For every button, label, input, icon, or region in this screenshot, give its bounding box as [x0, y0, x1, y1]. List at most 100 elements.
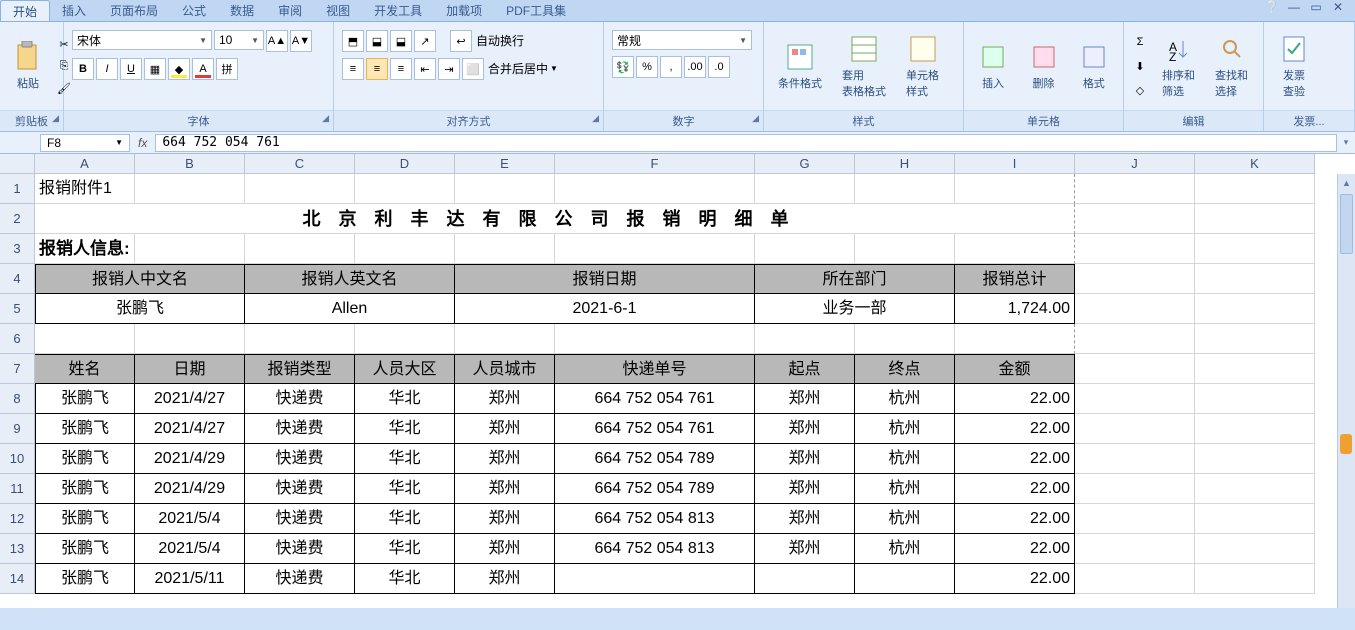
row-header-5[interactable]: 5: [0, 294, 35, 324]
cell[interactable]: 郑州: [755, 414, 855, 444]
cell[interactable]: 2021/4/27: [135, 414, 245, 444]
cell[interactable]: [1075, 414, 1195, 444]
align-center-icon[interactable]: ≡: [366, 58, 388, 80]
cell[interactable]: [1195, 384, 1315, 414]
currency-icon[interactable]: 💱: [612, 56, 634, 78]
sort-filter-button[interactable]: AZ排序和 筛选: [1154, 29, 1203, 103]
increase-font-icon[interactable]: A▲: [266, 30, 288, 52]
row-header-3[interactable]: 3: [0, 234, 35, 264]
fill-color-button[interactable]: ◆: [168, 58, 190, 80]
row-header-4[interactable]: 4: [0, 264, 35, 294]
cell[interactable]: [1075, 504, 1195, 534]
cell[interactable]: 张鹏飞: [35, 564, 135, 594]
cell[interactable]: [455, 324, 555, 354]
cell[interactable]: 张鹏飞: [35, 414, 135, 444]
cell[interactable]: 起点: [755, 354, 855, 384]
paste-button[interactable]: 粘贴: [6, 37, 50, 95]
cell[interactable]: 郑州: [455, 384, 555, 414]
cell[interactable]: 华北: [355, 444, 455, 474]
cell[interactable]: [1075, 564, 1195, 594]
cell[interactable]: 2021/5/4: [135, 534, 245, 564]
comma-icon[interactable]: ,: [660, 56, 682, 78]
cell[interactable]: [355, 234, 455, 264]
cell[interactable]: [755, 234, 855, 264]
cell[interactable]: 杭州: [855, 474, 955, 504]
cell[interactable]: 郑州: [755, 384, 855, 414]
number-format-combo[interactable]: 常规▼: [612, 30, 752, 50]
cell[interactable]: [1075, 474, 1195, 504]
row-header-9[interactable]: 9: [0, 414, 35, 444]
cell[interactable]: 快递费: [245, 534, 355, 564]
formula-input[interactable]: 664 752 054 761: [155, 134, 1337, 152]
tab-开始[interactable]: 开始: [0, 0, 50, 21]
font-color-button[interactable]: A: [192, 58, 214, 80]
align-left-icon[interactable]: ≡: [342, 58, 364, 80]
close-icon[interactable]: ✕: [1329, 0, 1347, 21]
cell[interactable]: [1195, 234, 1315, 264]
worksheet[interactable]: 1234567891011121314 ABCDEFGHIJK 报销附件1北京利…: [0, 154, 1355, 608]
cell[interactable]: [355, 174, 455, 204]
cell[interactable]: [455, 174, 555, 204]
decrease-decimal-icon[interactable]: .0: [708, 56, 730, 78]
italic-button[interactable]: I: [96, 58, 118, 80]
header-cell[interactable]: 报销人英文名: [245, 264, 455, 294]
cell[interactable]: 2021-6-1: [455, 294, 755, 324]
align-right-icon[interactable]: ≡: [390, 58, 412, 80]
tab-数据[interactable]: 数据: [218, 0, 266, 21]
tab-视图[interactable]: 视图: [314, 0, 362, 21]
cell[interactable]: 郑州: [455, 504, 555, 534]
cell[interactable]: [1075, 204, 1195, 234]
cell[interactable]: [1075, 384, 1195, 414]
tab-加载项[interactable]: 加载项: [434, 0, 494, 21]
cell[interactable]: [1195, 504, 1315, 534]
cell[interactable]: [555, 564, 755, 594]
cell[interactable]: 张鹏飞: [35, 384, 135, 414]
slider-knob[interactable]: [1340, 434, 1352, 454]
cell[interactable]: 郑州: [455, 444, 555, 474]
cell[interactable]: 张鹏飞: [35, 444, 135, 474]
cell[interactable]: [1075, 534, 1195, 564]
cell[interactable]: 报销类型: [245, 354, 355, 384]
cell[interactable]: [1195, 474, 1315, 504]
cell[interactable]: 华北: [355, 384, 455, 414]
cell[interactable]: 杭州: [855, 534, 955, 564]
col-header-K[interactable]: K: [1195, 154, 1315, 174]
cell[interactable]: 报销人信息:: [35, 234, 135, 264]
border-button[interactable]: ▦: [144, 58, 166, 80]
align-middle-icon[interactable]: ⬓: [366, 30, 388, 52]
cell[interactable]: 杭州: [855, 444, 955, 474]
cell[interactable]: 报销附件1: [35, 174, 135, 204]
cell[interactable]: [1075, 444, 1195, 474]
cell[interactable]: 金额: [955, 354, 1075, 384]
cell[interactable]: 张鹏飞: [35, 534, 135, 564]
autosum-icon[interactable]: Σ: [1130, 32, 1150, 52]
fx-icon[interactable]: fx: [130, 136, 155, 150]
cell[interactable]: 郑州: [455, 414, 555, 444]
clear-icon[interactable]: ◇: [1130, 80, 1150, 100]
cell[interactable]: 华北: [355, 414, 455, 444]
cell[interactable]: 郑州: [755, 504, 855, 534]
invoice-check-button[interactable]: 发票 查验: [1270, 29, 1318, 103]
cell[interactable]: 杭州: [855, 384, 955, 414]
header-cell[interactable]: 报销日期: [455, 264, 755, 294]
col-header-F[interactable]: F: [555, 154, 755, 174]
cell[interactable]: 人员城市: [455, 354, 555, 384]
vertical-scrollbar[interactable]: ▲: [1337, 174, 1355, 608]
row-header-6[interactable]: 6: [0, 324, 35, 354]
cell[interactable]: 664 752 054 789: [555, 444, 755, 474]
conditional-format-button[interactable]: 条件格式: [770, 37, 830, 95]
cell[interactable]: [755, 174, 855, 204]
format-as-table-button[interactable]: 套用 表格格式: [834, 29, 894, 103]
cell[interactable]: 1,724.00: [955, 294, 1075, 324]
cell[interactable]: [1195, 564, 1315, 594]
cell[interactable]: 22.00: [955, 474, 1075, 504]
cell[interactable]: [1195, 414, 1315, 444]
scroll-thumb[interactable]: [1340, 194, 1353, 254]
cell[interactable]: [755, 324, 855, 354]
header-cell[interactable]: 报销人中文名: [35, 264, 245, 294]
row-header-7[interactable]: 7: [0, 354, 35, 384]
col-header-A[interactable]: A: [35, 154, 135, 174]
cell[interactable]: 华北: [355, 534, 455, 564]
row-header-1[interactable]: 1: [0, 174, 35, 204]
row-header-2[interactable]: 2: [0, 204, 35, 234]
